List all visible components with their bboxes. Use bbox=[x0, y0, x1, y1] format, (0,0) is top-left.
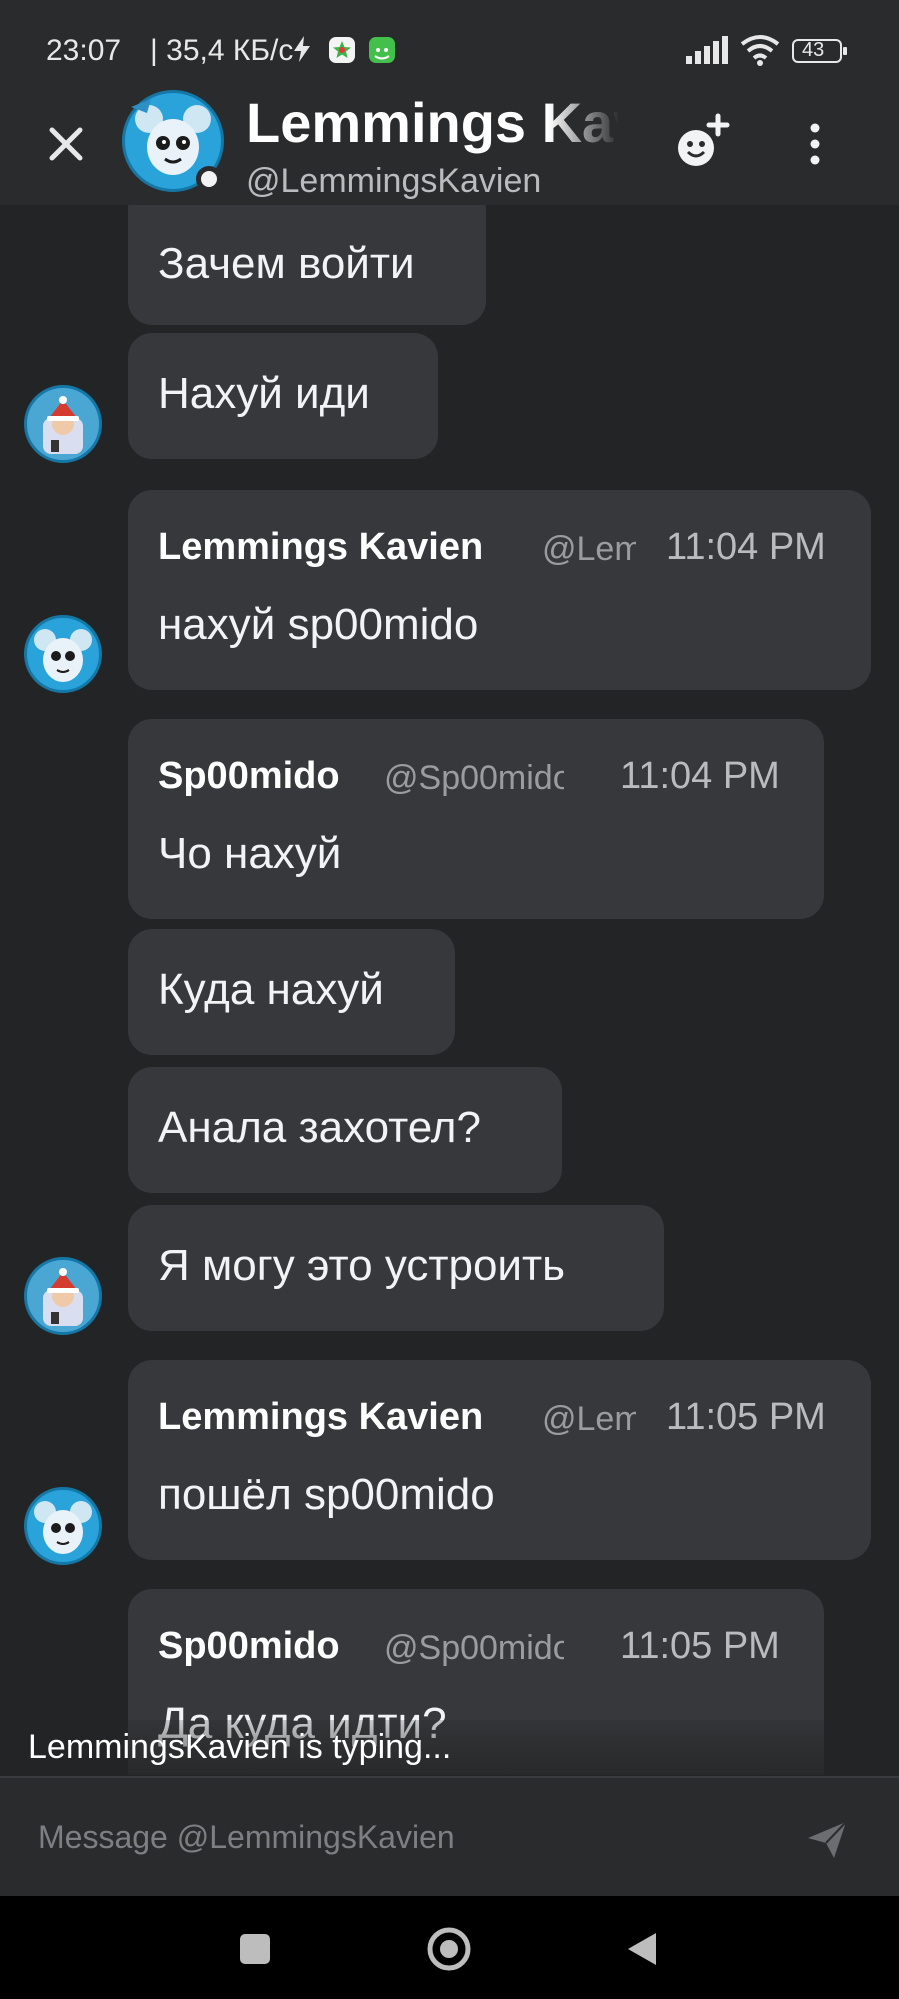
close-icon bbox=[49, 127, 83, 161]
square-icon bbox=[240, 1934, 270, 1964]
avatar-mouse-icon bbox=[34, 629, 92, 682]
message-text: нахуй sp00mido bbox=[158, 600, 479, 649]
close-button[interactable] bbox=[40, 118, 92, 170]
add-reaction-button[interactable] bbox=[672, 110, 732, 170]
author-name: Sp00mido bbox=[158, 1625, 340, 1667]
bolt-icon bbox=[292, 36, 312, 70]
author-name: Sp00mido bbox=[158, 755, 340, 797]
send-icon bbox=[808, 1821, 847, 1858]
send-button[interactable] bbox=[804, 1816, 850, 1862]
timestamp: 11:04 PM bbox=[666, 526, 826, 568]
author-name: Lemmings Kavien bbox=[158, 526, 484, 568]
avatar[interactable] bbox=[24, 615, 102, 693]
author-handle: @Sp00mido bbox=[384, 759, 564, 797]
reply-bubble[interactable]: Lemmings Kavien @Lemm 11:04 PM нахуй sp0… bbox=[128, 490, 871, 690]
reply-bubble[interactable]: Lemmings Kavien @Lemm 11:05 PM пошёл sp0… bbox=[128, 1360, 871, 1560]
message-text: пошёл sp00mido bbox=[158, 1470, 495, 1519]
message-bubble[interactable]: Нахуй иди bbox=[128, 333, 438, 459]
message-composer bbox=[0, 1776, 899, 1896]
system-nav-bar bbox=[0, 1896, 899, 1999]
wifi-icon bbox=[740, 34, 780, 74]
author-handle: @Lemm bbox=[542, 1400, 636, 1438]
message-text: Нахуй иди bbox=[158, 369, 370, 418]
avatar[interactable] bbox=[24, 385, 102, 463]
message-input[interactable] bbox=[36, 1804, 780, 1870]
message-bubble[interactable]: Куда нахуй bbox=[128, 929, 455, 1055]
home-button[interactable] bbox=[426, 1926, 472, 1977]
message-text: Куда нахуй bbox=[158, 965, 384, 1014]
typing-indicator: LemmingsKavien is typing... bbox=[28, 1728, 452, 1766]
back-button[interactable] bbox=[624, 1930, 660, 1973]
signal-icon bbox=[686, 36, 728, 72]
more-options-button[interactable] bbox=[800, 116, 830, 176]
header-handle: @LemmingsKavien bbox=[246, 162, 542, 200]
message-text: Зачем войти bbox=[158, 239, 415, 288]
network-speed: | 35,4 КБ/с bbox=[150, 34, 294, 67]
status-time: 23:07 bbox=[46, 34, 122, 67]
home-circle-icon bbox=[427, 1927, 471, 1971]
battery-level: 43 bbox=[802, 39, 825, 61]
app-store-icon bbox=[328, 36, 356, 72]
author-handle: @Sp00mido bbox=[384, 1629, 564, 1667]
avatar-santa-icon bbox=[43, 1268, 83, 1326]
timestamp: 11:05 PM bbox=[666, 1396, 826, 1438]
message-bubble[interactable]: Анала захотел? bbox=[128, 1067, 562, 1193]
message-text: Я могу это устроить bbox=[158, 1241, 566, 1290]
author-handle: @Lemm bbox=[542, 530, 636, 568]
back-triangle-icon bbox=[628, 1933, 656, 1965]
author-name: Lemmings Kavien bbox=[158, 1396, 484, 1438]
timestamp: 11:05 PM bbox=[620, 1625, 780, 1667]
emoji-add-icon bbox=[678, 113, 730, 166]
android-app-icon bbox=[368, 36, 396, 72]
online-status-icon bbox=[196, 166, 222, 192]
more-vertical-icon bbox=[810, 123, 820, 165]
message-text: Анала захотел? bbox=[158, 1103, 481, 1152]
avatar[interactable] bbox=[24, 1487, 102, 1565]
message-text: Чо нахуй bbox=[158, 829, 342, 878]
message-bubble[interactable]: Зачем войти bbox=[128, 205, 486, 325]
message-feed[interactable]: Зачем войти Нахуй иди Lemmings Kavien @L… bbox=[0, 205, 899, 1775]
timestamp: 11:04 PM bbox=[620, 755, 780, 797]
recent-apps-button[interactable] bbox=[238, 1932, 272, 1971]
chat-header: Lemmings Kavien @LemmingsKavien bbox=[0, 70, 899, 205]
reply-bubble[interactable]: Sp00mido @Sp00mido 11:04 PM Чо нахуй bbox=[128, 719, 824, 919]
message-bubble[interactable]: Я могу это устроить bbox=[128, 1205, 664, 1331]
avatar-santa-icon bbox=[43, 396, 83, 454]
avatar[interactable] bbox=[24, 1257, 102, 1335]
avatar-mouse-icon bbox=[34, 1501, 92, 1554]
